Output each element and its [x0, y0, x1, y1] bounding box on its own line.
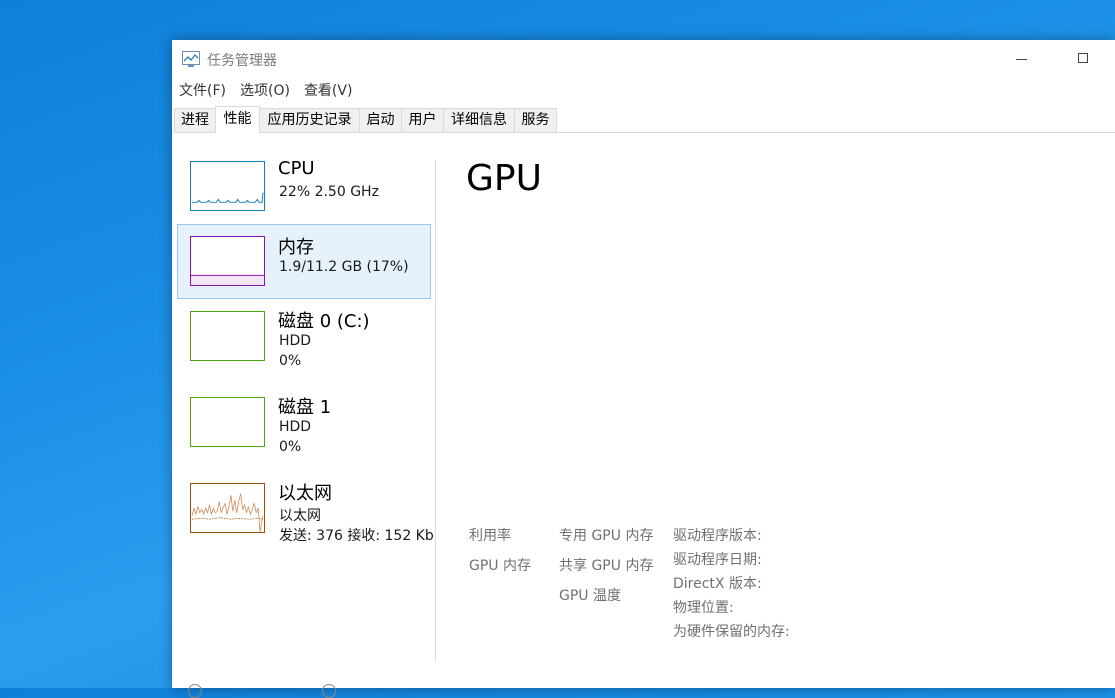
- stat-shared-gpu-memory: 共享 GPU 内存: [559, 558, 654, 574]
- resource-memory[interactable]: 内存 1.9/11.2 GB (17%): [177, 224, 431, 299]
- window-title: 任务管理器: [207, 53, 277, 69]
- disk-1-type: HDD: [279, 419, 312, 435]
- disk-0-graph: [190, 311, 265, 361]
- panel-divider: [435, 160, 436, 662]
- ethernet-throughput: 发送: 376 接收: 152 Kb: [279, 528, 434, 544]
- tab-services[interactable]: 服务: [514, 108, 557, 132]
- stat-hardware-reserved-memory: 为硬件保留的内存:: [673, 624, 790, 640]
- cpu-graph: [190, 161, 265, 211]
- ethernet-label: 以太网: [278, 483, 332, 504]
- stat-directx-version: DirectX 版本:: [673, 576, 762, 592]
- tab-bar: 进程 性能 应用历史记录 启动 用户 详细信息 服务: [174, 106, 1115, 133]
- menu-options[interactable]: 选项(O): [240, 83, 290, 99]
- disk-1-label: 磁盘 1: [278, 397, 332, 418]
- memory-graph: [190, 236, 265, 286]
- disk-0-label: 磁盘 0 (C:): [278, 311, 370, 332]
- disk-1-usage: 0%: [279, 439, 302, 455]
- disk-0-usage: 0%: [279, 353, 302, 369]
- ethernet-adapter: 以太网: [279, 508, 321, 524]
- menu-file[interactable]: 文件(F): [179, 83, 226, 99]
- fewer-details-icon[interactable]: [188, 684, 202, 698]
- memory-label: 内存: [278, 237, 314, 258]
- resource-cpu[interactable]: CPU 22% 2.50 GHz: [177, 158, 431, 233]
- resource-list: CPU 22% 2.50 GHz 内存 1.9/11.2 GB (17%) 磁盘…: [172, 133, 436, 688]
- tab-details[interactable]: 详细信息: [443, 108, 515, 132]
- detail-title: GPU: [466, 158, 542, 199]
- tab-processes[interactable]: 进程: [174, 108, 216, 132]
- stat-physical-location: 物理位置:: [673, 600, 734, 616]
- tab-performance[interactable]: 性能: [215, 106, 260, 133]
- task-manager-window: 任务管理器 文件(F) 选项(O) 查看(V) 进程 性能 应用历史记录 启动 用户…: [172, 40, 1115, 698]
- resource-disk-0[interactable]: 磁盘 0 (C:) HDD 0%: [177, 301, 431, 376]
- stat-driver-version: 驱动程序版本:: [673, 528, 762, 544]
- stat-gpu-memory: GPU 内存: [469, 558, 531, 574]
- menu-bar: 文件(F) 选项(O) 查看(V): [179, 80, 366, 100]
- resource-disk-1[interactable]: 磁盘 1 HDD 0%: [177, 387, 431, 462]
- cpu-usage: 22% 2.50 GHz: [279, 184, 379, 200]
- minimize-button[interactable]: [1000, 46, 1046, 72]
- disk-1-graph: [190, 397, 265, 447]
- title-bar[interactable]: 任务管理器: [172, 40, 1115, 76]
- memory-usage: 1.9/11.2 GB (17%): [279, 259, 409, 275]
- resource-ethernet[interactable]: 以太网 以太网 发送: 376 接收: 152 Kb: [177, 473, 435, 548]
- disk-0-type: HDD: [279, 333, 312, 349]
- tab-users[interactable]: 用户: [401, 108, 444, 132]
- stat-driver-date: 驱动程序日期:: [673, 552, 762, 568]
- menu-view[interactable]: 查看(V): [304, 83, 353, 99]
- stat-utilization: 利用率: [469, 528, 511, 544]
- task-manager-icon: [182, 51, 200, 67]
- maximize-button[interactable]: [1060, 46, 1106, 72]
- stat-gpu-temperature: GPU 温度: [559, 588, 621, 604]
- ethernet-graph: [190, 483, 265, 533]
- cpu-label: CPU: [278, 158, 315, 179]
- stat-dedicated-gpu-memory: 专用 GPU 内存: [559, 528, 654, 544]
- tab-startup[interactable]: 启动: [359, 108, 402, 132]
- open-resource-monitor-icon[interactable]: [322, 684, 336, 698]
- tab-app-history[interactable]: 应用历史记录: [259, 108, 360, 132]
